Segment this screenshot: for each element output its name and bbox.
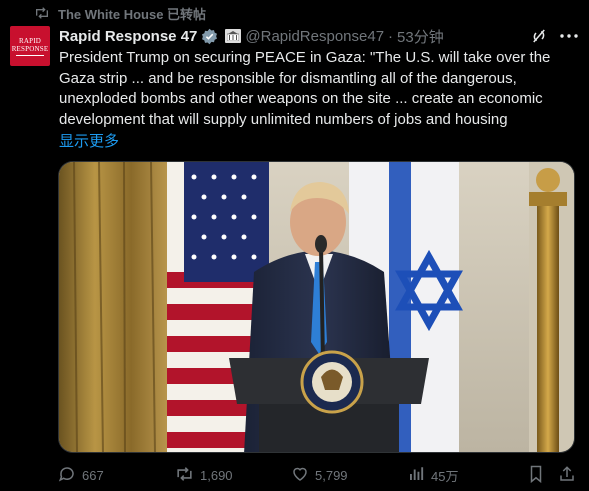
grok-icon[interactable] (529, 26, 549, 46)
handle[interactable]: @RapidResponse47 (245, 28, 384, 45)
affiliation-badge-icon[interactable] (225, 29, 242, 43)
repost-count: 1,690 (200, 467, 233, 483)
repost-indicator[interactable]: The White House 已转帖 (34, 5, 207, 22)
action-bar: 667 1,690 5,799 45万 (58, 462, 580, 488)
like-button[interactable]: 5,799 (291, 462, 348, 488)
avatar-text-line1: RAPID (18, 36, 41, 45)
view-count: 45万 (431, 468, 459, 484)
show-more-link[interactable]: 显示更多 (59, 130, 119, 151)
repost-action-icon (175, 465, 194, 486)
bookmark-icon (528, 465, 544, 486)
repost-label: The White House 已转帖 (58, 6, 207, 22)
heart-icon (291, 465, 309, 486)
reply-button[interactable]: 667 (58, 462, 104, 488)
avatar-text-line2: RESPONSE (11, 44, 49, 53)
verified-badge-icon[interactable] (201, 28, 218, 45)
share-button[interactable] (558, 462, 576, 488)
views-button[interactable]: 45万 (407, 462, 458, 488)
reply-icon (58, 465, 76, 486)
tweet-text: President Trump on securing PEACE in Gaz… (59, 49, 551, 128)
tweet-header: Rapid Response 47 @RapidResponse47 · 53分… (59, 25, 579, 47)
repost-button[interactable]: 1,690 (175, 462, 233, 488)
like-count: 5,799 (315, 467, 348, 483)
display-name[interactable]: Rapid Response 47 (59, 28, 197, 45)
more-options-icon[interactable] (559, 26, 579, 46)
video-still-image (59, 162, 574, 452)
avatar[interactable]: RAPID RESPONSE (10, 26, 50, 66)
bookmark-button[interactable] (528, 462, 544, 488)
separator-dot: · (388, 27, 394, 45)
reply-count: 667 (82, 467, 104, 483)
timestamp[interactable]: 53分钟 (397, 26, 444, 47)
share-icon (558, 465, 576, 486)
avatar-divider (16, 54, 44, 56)
tweet-media-video[interactable] (58, 161, 575, 453)
views-chart-icon (407, 465, 425, 486)
repost-icon (34, 6, 50, 20)
